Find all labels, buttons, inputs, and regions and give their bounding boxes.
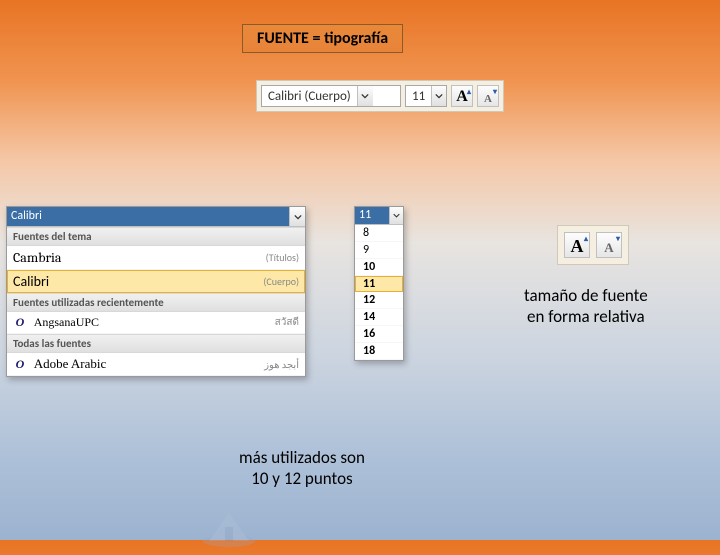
- font-name-combo[interactable]: Calibri (Cuerpo): [261, 85, 401, 107]
- font-option-label: Calibri: [13, 273, 49, 290]
- watermark-icon: [199, 507, 259, 555]
- shrink-font-button[interactable]: A ▾: [596, 232, 622, 258]
- font-option-hint: (Cuerpo): [263, 275, 299, 288]
- font-option-angsana[interactable]: O AngsanaUPC สวัสดี: [7, 312, 305, 334]
- font-dropdown-input-row[interactable]: Calibri: [7, 207, 305, 227]
- common-sizes-text: más utilizados son10 y 12 puntos: [239, 447, 365, 489]
- shrink-font-icon: A: [604, 239, 613, 257]
- chevron-down-icon[interactable]: [389, 207, 403, 224]
- size-dropdown-panel: 11 89101112141618: [354, 206, 404, 361]
- chevron-down-icon[interactable]: [357, 86, 373, 106]
- grow-shrink-group: A ▴ A ▾: [557, 225, 629, 265]
- font-option-cambria[interactable]: Cambria (Títulos): [7, 246, 305, 270]
- relative-size-note: tamaño de fuenteen forma relativa: [524, 285, 648, 328]
- page-title: FUENTE = tipografía: [257, 29, 388, 48]
- font-option-hint: (Títulos): [266, 251, 299, 264]
- size-option-12[interactable]: 12: [355, 292, 403, 309]
- font-size-combo[interactable]: 11: [405, 85, 447, 107]
- font-option-calibri[interactable]: Calibri (Cuerpo): [7, 270, 305, 293]
- font-option-left: O AngsanaUPC: [13, 315, 99, 330]
- size-option-14[interactable]: 14: [355, 309, 403, 326]
- size-option-8[interactable]: 8: [355, 225, 403, 242]
- opentype-icon: O: [13, 357, 27, 371]
- down-arrow-icon: ▾: [616, 234, 620, 243]
- down-arrow-icon: ▾: [493, 87, 497, 96]
- font-section-theme-header: Fuentes del tema: [7, 227, 305, 246]
- relative-size-text: tamaño de fuenteen forma relativa: [524, 285, 648, 327]
- font-dropdown-panel: Calibri Fuentes del tema Cambria (Título…: [6, 206, 306, 377]
- grow-font-button[interactable]: A ▴: [451, 85, 473, 107]
- chevron-down-icon[interactable]: [431, 86, 446, 106]
- up-arrow-icon: ▴: [467, 87, 471, 96]
- font-option-label: AngsanaUPC: [34, 315, 99, 329]
- shrink-font-icon: A: [484, 92, 492, 106]
- font-option-sample: أبجد هوز: [264, 358, 299, 371]
- common-sizes-note: más utilizados son10 y 12 puntos: [239, 447, 365, 490]
- page-title-box: FUENTE = tipografía: [242, 24, 403, 53]
- font-section-recent-header: Fuentes utilizadas recientemente: [7, 293, 305, 312]
- up-arrow-icon: ▴: [584, 234, 588, 243]
- font-section-all-header: Todas las fuentes: [7, 334, 305, 353]
- chevron-down-icon[interactable]: [289, 207, 305, 226]
- font-size-value: 11: [406, 89, 431, 104]
- size-option-9[interactable]: 9: [355, 242, 403, 259]
- font-name-value: Calibri (Cuerpo): [262, 89, 357, 104]
- size-option-10[interactable]: 10: [355, 259, 403, 276]
- grow-font-icon: A: [571, 235, 584, 257]
- size-option-18[interactable]: 18: [355, 343, 403, 360]
- font-option-adobe-arabic[interactable]: O Adobe Arabic أبجد هوز: [7, 353, 305, 376]
- font-option-left: O Adobe Arabic: [13, 356, 106, 372]
- font-option-label: Adobe Arabic: [34, 356, 107, 371]
- opentype-icon: O: [13, 315, 27, 329]
- size-option-16[interactable]: 16: [355, 326, 403, 343]
- size-option-11[interactable]: 11: [355, 276, 403, 292]
- ribbon-font-group: Calibri (Cuerpo) 11 A ▴ A ▾: [256, 80, 504, 112]
- font-option-label: Cambria: [13, 249, 62, 266]
- shrink-font-button[interactable]: A ▾: [477, 85, 499, 107]
- size-dropdown-input-row[interactable]: 11: [355, 207, 403, 225]
- size-option-list: 89101112141618: [355, 225, 403, 360]
- font-dropdown-selected: Calibri: [7, 207, 289, 226]
- grow-font-button[interactable]: A ▴: [564, 232, 590, 258]
- font-option-sample: สวัสดี: [275, 315, 299, 330]
- size-dropdown-selected: 11: [355, 207, 389, 224]
